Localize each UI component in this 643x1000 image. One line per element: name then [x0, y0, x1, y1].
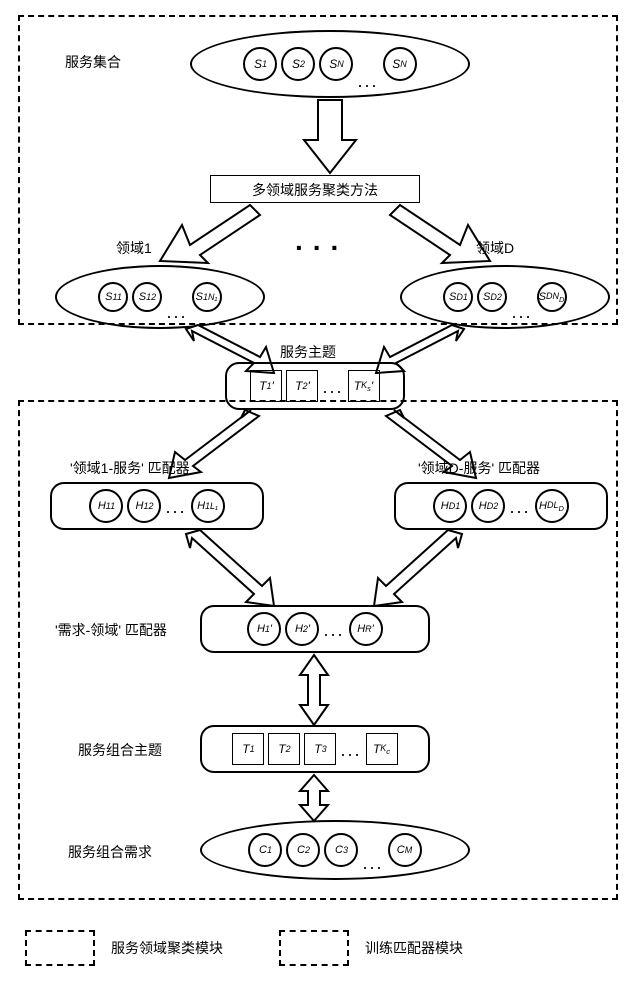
dots: ... [165, 497, 186, 522]
demand-matcher-label: '需求-领域' 匹配器 [55, 620, 167, 640]
arrow-ct-cd [294, 775, 334, 821]
dots: ... [322, 377, 343, 402]
arrow-split-left [150, 205, 270, 265]
dots: ... [509, 497, 530, 522]
cluster-method-box: 多领域服务聚类方法 [210, 175, 420, 203]
arrow-md-dm [368, 530, 468, 608]
node-h11: H11 [89, 489, 123, 523]
matcher1-label: '领域1-服务' 匹配器 [70, 458, 190, 478]
combo-demand-label: 服务组合需求 [68, 842, 152, 862]
matcherD-label: '领域D-服务' 匹配器 [418, 458, 540, 478]
topic-t2: T2 [268, 733, 300, 765]
domain1-ellipse: S11 S12 ... S1N₁ [55, 265, 265, 329]
node-hd1: HD1 [433, 489, 467, 523]
node-h2p: H2' [285, 612, 319, 646]
legend-cluster-label: 服务领域聚类模块 [111, 938, 223, 958]
node-sd1: SD1 [443, 282, 473, 312]
topic-t3: T3 [304, 733, 336, 765]
node-cm: CM [388, 833, 422, 867]
legend-box-cluster [25, 930, 95, 966]
node-sd2: SD2 [477, 282, 507, 312]
arrow-m1-dm [180, 530, 280, 608]
matcherD-box: HD1 HD2 ... HDLD [394, 482, 608, 530]
topic-tksp: TKs' [348, 370, 380, 402]
dots: ... [511, 302, 532, 327]
node-s2: S2 [281, 47, 315, 81]
topic-t1p: T1' [250, 370, 282, 402]
dots-domains: ... [295, 225, 348, 257]
legend-train-label: 训练匹配器模块 [365, 938, 463, 958]
service-set-ellipse: S1 S2 SN ... SN [190, 30, 470, 98]
domainD-label: 领域D [476, 238, 514, 258]
arrow-down-1 [300, 100, 360, 178]
service-set-label: 服务集合 [65, 52, 121, 72]
dots: ... [340, 740, 361, 765]
domain1-label: 领域1 [116, 238, 152, 258]
node-s1: S1 [243, 47, 277, 81]
node-h1p: H1' [247, 612, 281, 646]
node-hdld: HDLD [535, 489, 569, 523]
node-hrp: HR' [349, 612, 383, 646]
domainD-ellipse: SD1 SD2 ... SDND [400, 265, 610, 329]
dots: ... [362, 853, 383, 878]
dots: ... [357, 71, 378, 96]
combo-topic-box: T1 T2 T3 ... TKc [200, 725, 430, 773]
combo-demand-ellipse: C1 C2 C3 ... CM [200, 820, 470, 880]
legend-box-train [279, 930, 349, 966]
topic-tkc: TKc [366, 733, 398, 765]
node-hd2: HD2 [471, 489, 505, 523]
matcher1-box: H11 H12 ... H1L₁ [50, 482, 264, 530]
node-h12: H12 [127, 489, 161, 523]
demand-matcher-box: H1' H2' ... HR' [200, 605, 430, 653]
node-sn: SN [319, 47, 353, 81]
node-s11: S11 [98, 282, 128, 312]
dots: ... [166, 302, 187, 327]
combo-topic-label: 服务组合主题 [78, 740, 162, 760]
legend: 服务领域聚类模块 训练匹配器模块 [25, 930, 463, 966]
node-s12: S12 [132, 282, 162, 312]
topic-t2p: T2' [286, 370, 318, 402]
service-topic-label: 服务主题 [280, 342, 336, 362]
node-s1n1: S1N₁ [192, 282, 222, 312]
dots: ... [323, 620, 344, 645]
node-c3: C3 [324, 833, 358, 867]
node-sn2: SN [383, 47, 417, 81]
node-c1: C1 [248, 833, 282, 867]
arrow-dm-ct [294, 655, 334, 725]
node-sdnd: SDND [537, 282, 567, 312]
node-c2: C2 [286, 833, 320, 867]
service-topic-box: T1' T2' ... TKs' [225, 362, 405, 410]
topic-t1: T1 [232, 733, 264, 765]
node-h1l1: H1L₁ [191, 489, 225, 523]
